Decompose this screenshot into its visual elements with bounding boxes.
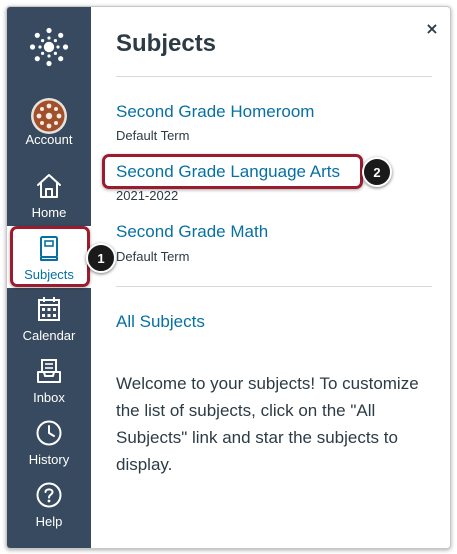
callout-badge-2: 2 bbox=[362, 157, 392, 187]
home-icon bbox=[35, 172, 63, 202]
panel-title: Subjects bbox=[116, 30, 217, 57]
help-icon bbox=[35, 481, 63, 511]
nav-item-home[interactable]: Home bbox=[7, 164, 91, 226]
nav-item-label: Inbox bbox=[33, 390, 65, 405]
nav-item-inbox[interactable]: Inbox bbox=[7, 349, 91, 411]
subjects-tray-window: Account Home Subjects Calendar Inbox His… bbox=[6, 6, 451, 549]
subject-term: Default Term bbox=[116, 249, 190, 264]
subject-link-math[interactable]: Second Grade Math bbox=[116, 222, 268, 242]
nav-item-history[interactable]: History bbox=[7, 411, 91, 473]
inbox-icon bbox=[35, 357, 63, 387]
callout-badge-1: 1 bbox=[86, 243, 116, 273]
nav-item-label: Calendar bbox=[22, 328, 76, 343]
nav-item-calendar[interactable]: Calendar bbox=[7, 287, 91, 349]
callout-highlight-language-arts bbox=[102, 154, 363, 189]
avatar-icon bbox=[30, 98, 68, 134]
close-icon[interactable]: × bbox=[422, 19, 442, 39]
welcome-message: Welcome to your subjects! To customize t… bbox=[116, 374, 419, 474]
clock-icon bbox=[35, 419, 63, 449]
nav-item-label: History bbox=[28, 452, 70, 467]
nav-item-label: Help bbox=[35, 514, 63, 529]
callout-highlight-subjects bbox=[10, 226, 90, 287]
nav-item-label: Account bbox=[25, 132, 73, 147]
divider bbox=[116, 76, 432, 77]
subject-term: Default Term bbox=[116, 128, 190, 143]
all-subjects-link[interactable]: All Subjects bbox=[116, 312, 205, 332]
divider bbox=[116, 286, 432, 287]
subject-term: 2021-2022 bbox=[116, 188, 179, 203]
calendar-icon bbox=[35, 295, 63, 325]
nav-item-label: Home bbox=[31, 205, 67, 220]
nav-item-help[interactable]: Help bbox=[7, 473, 91, 535]
subject-link-homeroom[interactable]: Second Grade Homeroom bbox=[116, 102, 314, 122]
nav-item-account[interactable]: Account bbox=[7, 91, 91, 153]
canvas-logo-icon[interactable] bbox=[29, 27, 69, 67]
